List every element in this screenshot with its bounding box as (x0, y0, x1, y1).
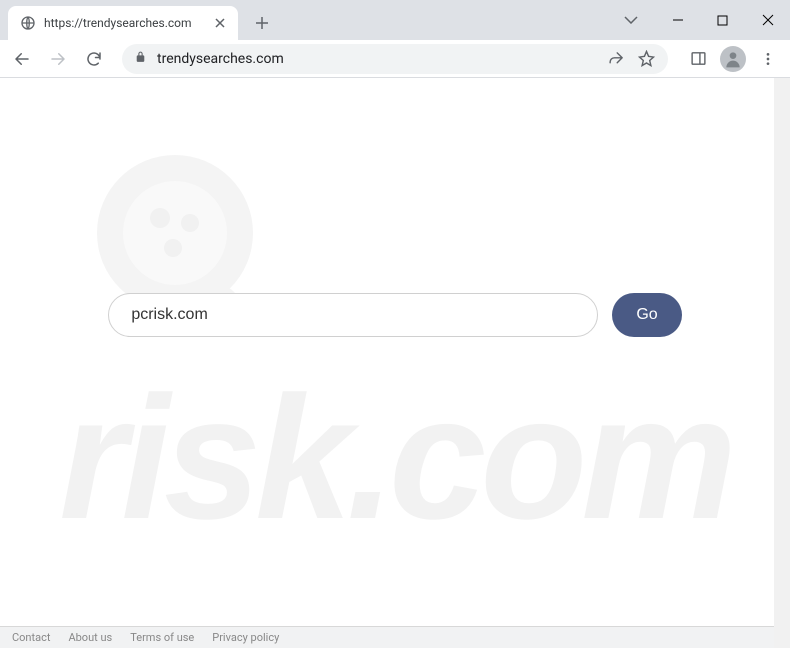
address-text: trendysearches.com (157, 51, 596, 67)
address-bar[interactable]: trendysearches.com (122, 44, 668, 74)
window-controls (619, 0, 790, 40)
minimize-button[interactable] (655, 5, 700, 35)
vertical-scrollbar[interactable] (774, 78, 790, 648)
globe-icon (20, 15, 36, 31)
watermark-text: risk.com (59, 358, 731, 559)
footer-link-privacy[interactable]: Privacy policy (212, 631, 279, 644)
browser-toolbar: trendysearches.com (0, 40, 790, 78)
tab-title: https://trendysearches.com (44, 16, 204, 30)
close-window-button[interactable] (745, 5, 790, 35)
back-button[interactable] (6, 43, 38, 75)
footer-link-terms[interactable]: Terms of use (130, 631, 194, 644)
browser-tab[interactable]: https://trendysearches.com (8, 6, 238, 40)
profile-icon[interactable] (720, 46, 746, 72)
maximize-button[interactable] (700, 5, 745, 35)
browser-titlebar: https://trendysearches.com (0, 0, 790, 40)
page-content: risk.com Go Contact About us Terms of us… (0, 78, 790, 648)
star-icon[interactable] (636, 49, 656, 69)
search-area: Go (0, 293, 790, 337)
page-footer: Contact About us Terms of use Privacy po… (0, 626, 790, 648)
watermark: risk.com (0, 78, 790, 648)
footer-link-contact[interactable]: Contact (12, 631, 50, 644)
reload-button[interactable] (78, 43, 110, 75)
footer-link-about[interactable]: About us (68, 631, 112, 644)
go-button[interactable]: Go (612, 293, 681, 337)
share-icon[interactable] (606, 49, 626, 69)
forward-button[interactable] (42, 43, 74, 75)
search-input[interactable] (108, 293, 598, 337)
lock-icon (134, 50, 147, 68)
chevron-down-icon[interactable] (619, 16, 643, 24)
side-panel-icon[interactable] (682, 43, 714, 75)
menu-icon[interactable] (752, 43, 784, 75)
new-tab-button[interactable] (248, 9, 276, 37)
close-icon[interactable] (212, 15, 228, 31)
